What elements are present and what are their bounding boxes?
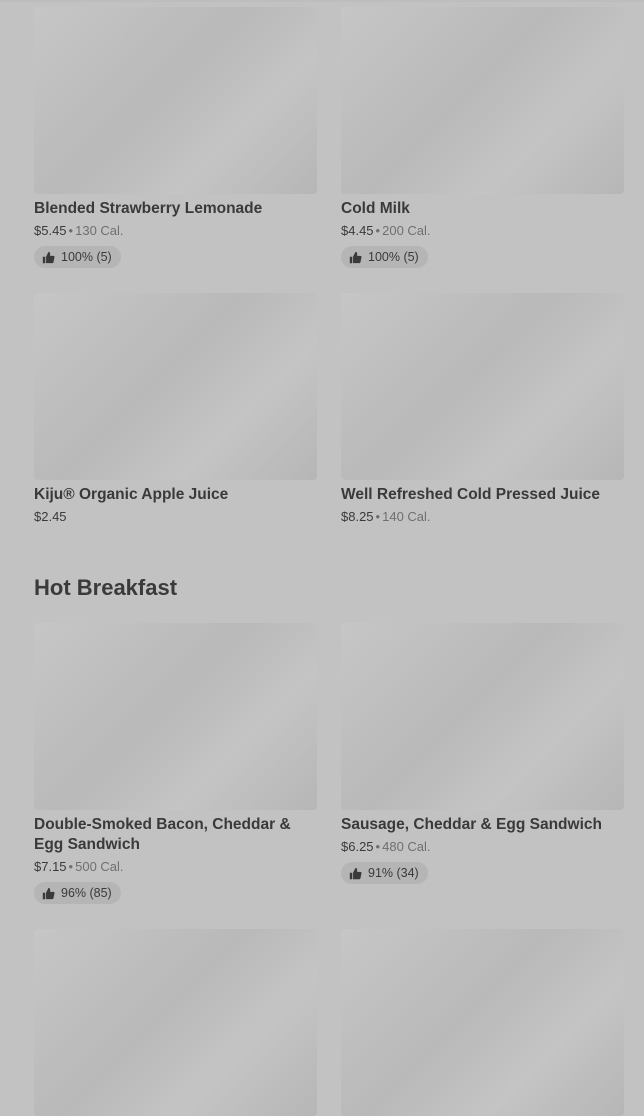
item-name: Well Refreshed Cold Pressed Juice [341,486,601,503]
item-calories: 500 Cal. [75,859,124,874]
item-price: $8.25 [341,509,374,524]
meta-separator: • [375,839,381,854]
item-calories: 140 Cal. [382,509,431,524]
item-image[interactable] [34,623,317,810]
rating-text: 100% (5) [61,250,112,264]
meta-separator: • [375,509,381,524]
item-price: $2.45 [34,509,67,524]
rating-badge: 91% (34) [341,862,428,884]
item-calories: 480 Cal. [382,839,431,854]
menu-item-card[interactable]: Cold Milk $4.45 • 200 Cal. 100% (5) [341,7,624,269]
rating-text: 91% (34) [368,866,419,880]
item-image[interactable] [34,293,317,480]
menu-item-card[interactable] [34,929,317,1116]
meta-separator: • [68,223,74,238]
rating-text: 96% (85) [61,886,112,900]
menu-item-card[interactable]: Blended Strawberry Lemonade $5.45 • 130 Ca… [34,7,317,269]
item-name: Double-Smoked Bacon, Cheddar & Egg Sandw… [34,816,291,853]
rating-badge: 100% (5) [34,246,121,268]
item-calories: 130 Cal. [75,223,124,238]
item-image[interactable] [341,929,624,1116]
rating-text: 100% (5) [368,250,419,264]
item-price: $6.25 [341,839,374,854]
item-price: $7.15 [34,859,67,874]
item-price: $5.45 [34,223,67,238]
thumbs-up-icon [42,251,55,263]
item-name: Blended Strawberry Lemonade [34,200,263,217]
item-name: Cold Milk [341,200,410,217]
item-image[interactable] [341,7,624,194]
item-name: Sausage, Cheddar & Egg Sandwich [341,816,602,833]
item-price: $4.45 [341,223,374,238]
thumbs-up-icon [349,251,362,263]
item-image[interactable] [341,293,624,480]
menu-item-card[interactable]: Kiju® Organic Apple Juice $2.45 [34,293,317,526]
meta-separator: • [375,223,381,238]
item-meta: $4.45 • 200 Cal. [341,222,624,240]
thumbs-up-icon [42,887,55,899]
meta-separator: • [68,859,74,874]
menu-item-card[interactable] [341,929,624,1116]
item-image[interactable] [34,929,317,1116]
item-meta: $5.45 • 130 Cal. [34,222,317,240]
item-meta: $8.25 • 140 Cal. [341,508,624,526]
menu-item-card[interactable]: Sausage, Cheddar & Egg Sandwich $6.25 • 48… [341,623,624,885]
item-meta: $7.15 • 500 Cal. [34,858,317,876]
item-image[interactable] [34,7,317,194]
thumbs-up-icon [349,867,362,879]
item-meta: $2.45 [34,508,317,526]
top-divider [0,0,644,2]
section-title: Hot Breakfast [34,575,178,600]
item-name: Kiju® Organic Apple Juice [34,486,229,503]
item-meta: $6.25 • 480 Cal. [341,838,624,856]
rating-badge: 100% (5) [341,246,428,268]
rating-badge: 96% (85) [34,882,121,904]
item-image[interactable] [341,623,624,810]
menu-item-card[interactable]: Well Refreshed Cold Pressed Juice $8.25 •… [341,293,624,526]
item-calories: 200 Cal. [382,223,431,238]
menu-item-card[interactable]: Double-Smoked Bacon, Cheddar & Egg Sandw… [34,623,317,905]
